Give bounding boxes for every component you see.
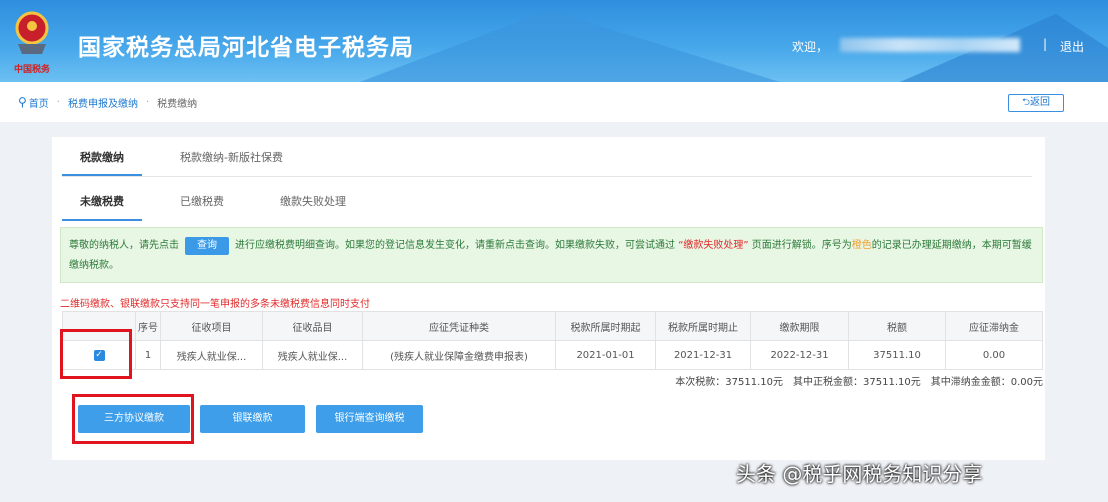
back-button[interactable]: ⮌返回 [1008,94,1064,112]
back-label: 返回 [1030,97,1050,108]
table-row: ✓ 1 残疾人就业保... 残疾人就业保... (残疾人就业保障金缴费申报表) … [62,340,1043,370]
welcome-text: 欢迎， [792,40,829,54]
national-emblem-icon [15,11,49,54]
notice-text: 尊敬的纳税人，请先点击 [69,240,179,251]
cell-index: 1 [135,340,161,370]
column-header: 税额 [848,311,946,341]
watermark: 头条 @税乎网税务知识分享 [736,462,983,486]
subtab-unpaid[interactable]: 未缴税费 [62,189,142,221]
header-separator: | [1043,37,1048,51]
cell-voucher-type: (残疾人就业保障金缴费申报表) [362,340,556,370]
column-header: 应征滞纳金 [945,311,1043,341]
column-header: 征收品目 [262,311,363,341]
site-title: 国家税务总局河北省电子税务局 [78,35,414,61]
blurred-username [840,38,1020,52]
sub-tabs: 未缴税费 已缴税费 缴款失败处理 [62,189,1032,221]
breadcrumb-separator: · [145,96,150,108]
location-pin-icon: ⚲ [18,95,27,109]
highlight-box-button [72,394,194,444]
unionpay-pay-button[interactable]: 银联缴款 [200,405,305,433]
unpaid-tax-table: 序号 征收项目 征收品目 应征凭证种类 税款所属时期起 税款所属时期止 缴款期限… [62,311,1043,370]
breadcrumb-separator: · [56,96,60,108]
notice-orange-text: 橙色 [851,240,872,251]
payment-panel: 税款缴纳 税款缴纳-新版社保费 未缴税费 已缴税费 缴款失败处理 尊敬的纳税人，… [52,137,1045,460]
payment-warning: 二维码缴款、银联缴款只支持同一笔申报的多条未缴税费信息同时支付 [60,299,370,310]
tab-social-insurance-payment[interactable]: 税款缴纳-新版社保费 [162,147,301,176]
cell-period-end: 2021-12-31 [655,340,751,370]
failed-payment-link[interactable]: “缴款失败处理” [678,240,748,251]
table-header-row: 序号 征收项目 征收品目 应征凭证种类 税款所属时期起 税款所属时期止 缴款期限… [62,311,1043,341]
cell-period-start: 2021-01-01 [555,340,656,370]
tab-tax-payment[interactable]: 税款缴纳 [62,147,142,176]
column-header: 缴款期限 [750,311,849,341]
column-header: 应征凭证种类 [362,311,556,341]
cell-tax-amount: 37511.10 [848,340,946,370]
notice-text: 进行应缴税费明细查询。如果您的登记信息发生变化，请重新点击查询。如果缴款失败，可… [235,240,675,251]
column-header: 税款所属时期起 [555,311,656,341]
cell-late-fee: 0.00 [945,340,1043,370]
cell-deadline: 2022-12-31 [750,340,849,370]
breadcrumb-home[interactable]: 首页 [29,95,49,110]
main-tabs: 税款缴纳 税款缴纳-新版社保费 [62,147,1032,177]
breadcrumb-tax-filing[interactable]: 税费申报及缴纳 [68,95,138,110]
highlight-box-checkbox [60,329,132,379]
payment-summary: 本次税款：37511.10元 其中正税金额：37511.10元 其中滞纳金金额：… [675,377,1043,388]
notice-text: 页面进行解锁。序号为 [751,240,852,251]
notice-box: 尊敬的纳税人，请先点击 查询 进行应缴税费明细查询。如果您的登记信息发生变化，请重新… [60,227,1043,283]
logo-text: 中国税务 [14,65,51,75]
bank-query-pay-button[interactable]: 银行端查询缴税 [316,405,423,433]
column-header: 序号 [135,311,161,341]
cell-item: 残疾人就业保... [160,340,263,370]
column-header: 征收项目 [160,311,263,341]
query-button[interactable]: 查询 [185,237,229,255]
site-header: 中国税务 国家税务总局河北省电子税务局 欢迎， | 退出 [0,0,1108,82]
column-header: 税款所属时期止 [655,311,751,341]
back-icon: ⮌ [1021,97,1030,108]
subtab-failed-payment[interactable]: 缴款失败处理 [262,189,364,221]
subtab-paid[interactable]: 已缴税费 [162,189,242,221]
breadcrumb-current: 税费缴纳 [157,98,198,110]
breadcrumb: ⚲ 首页 · 税费申报及缴纳 · 税费缴纳 ⮌返回 [0,82,1108,122]
logout-link[interactable]: 退出 [1060,38,1084,55]
cell-subitem: 残疾人就业保... [262,340,363,370]
